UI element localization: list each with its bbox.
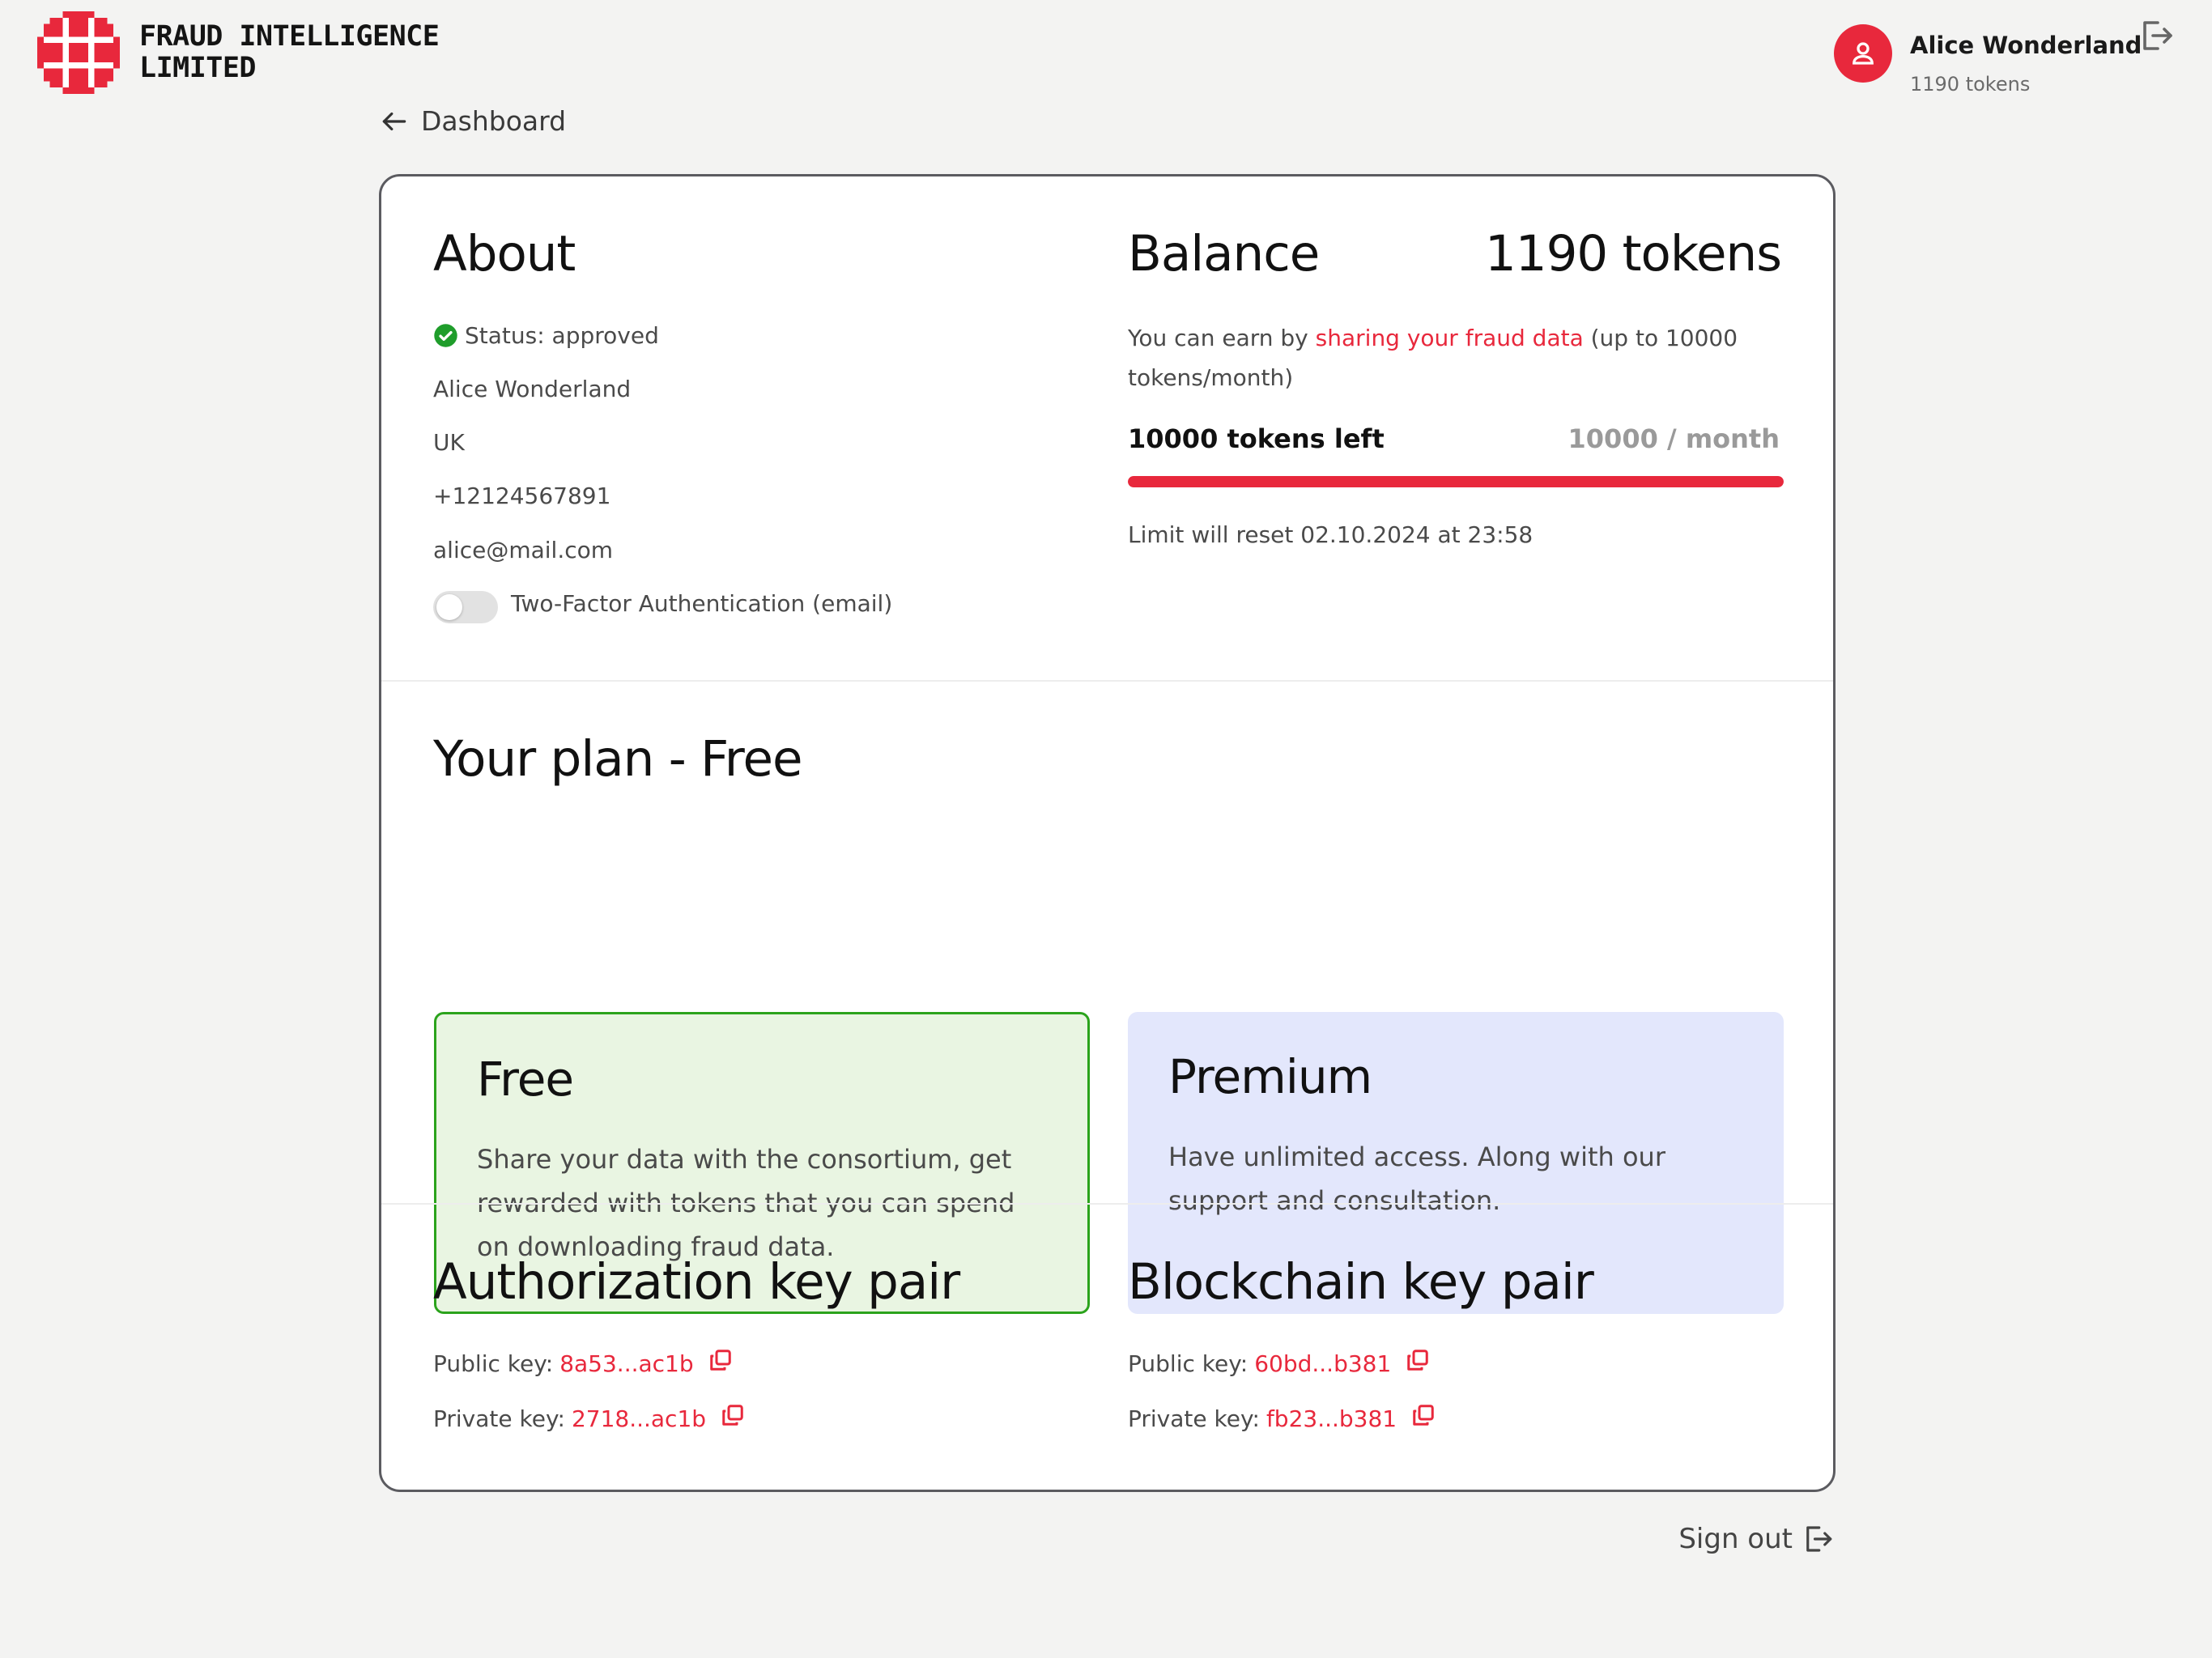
two-factor-toggle[interactable]	[433, 591, 498, 623]
plan-premium-title: Premium	[1168, 1049, 1372, 1104]
user-menu: Alice Wonderland 1190 tokens	[1834, 21, 2174, 96]
balance-title: Balance	[1128, 225, 1320, 283]
account-card: About Status: approved Alice Wonderland …	[379, 174, 1836, 1492]
company-name: FRAUD INTELLIGENCE LIMITED	[139, 20, 440, 84]
page: FRAUD INTELLIGENCE LIMITED Alice Wonderl…	[0, 0, 2212, 1658]
status-badge: Status: approved	[433, 322, 659, 349]
sign-out-label: Sign out	[1678, 1523, 1793, 1555]
chain-private-key-row: Private key: fb23...b381	[1128, 1403, 1436, 1432]
avatar[interactable]	[1834, 24, 1892, 83]
chain-public-key-value: 60bd...b381	[1254, 1350, 1392, 1377]
copy-icon[interactable]	[721, 1403, 745, 1427]
user-icon	[1853, 42, 1874, 65]
token-progress-bar	[1128, 476, 1784, 487]
check-circle-icon	[434, 324, 457, 347]
account-name: Alice Wonderland	[433, 376, 632, 402]
plan-free-title: Free	[477, 1052, 574, 1107]
auth-key-title: Authorization key pair	[433, 1253, 960, 1311]
auth-public-key-row: Public key: 8a53...ac1b	[433, 1348, 733, 1377]
copy-icon[interactable]	[1411, 1403, 1436, 1427]
sign-out-button[interactable]: Sign out	[1678, 1522, 1835, 1556]
keys-section: Authorization key pair Public key: 8a53.…	[381, 1203, 1833, 1490]
plan-title: Your plan - Free	[433, 730, 803, 788]
auth-public-key-label: Public key:	[433, 1350, 554, 1377]
earn-prefix: You can earn by	[1128, 325, 1316, 351]
plan-section: Your plan - Free Free Share your data wi…	[381, 680, 1833, 1314]
chain-private-key-value: fb23...b381	[1266, 1405, 1397, 1432]
back-label: Dashboard	[421, 105, 567, 137]
copy-icon[interactable]	[1406, 1348, 1430, 1372]
account-phone: +12124567891	[433, 483, 611, 509]
monthly-limit-label: 10000 / month	[1568, 423, 1780, 454]
company-name-line1: FRAUD INTELLIGENCE	[139, 20, 440, 53]
company-name-line2: LIMITED	[139, 52, 257, 84]
about-balance-section: About Status: approved Alice Wonderland …	[381, 176, 1833, 680]
toggle-knob	[436, 594, 462, 620]
auth-private-key-label: Private key:	[433, 1405, 565, 1432]
sign-out-icon[interactable]	[2137, 16, 2176, 55]
balance-tokens: 1190 tokens	[1485, 225, 1782, 283]
tokens-left-label: 10000 tokens left	[1128, 423, 1385, 454]
logo-mark-icon	[37, 11, 120, 94]
about-title: About	[433, 225, 576, 283]
back-to-dashboard-link[interactable]: Dashboard	[379, 105, 566, 137]
arrow-left-icon	[382, 112, 406, 130]
sign-out-icon	[1806, 1526, 1832, 1552]
copy-icon[interactable]	[708, 1348, 733, 1372]
chain-public-key-row: Public key: 60bd...b381	[1128, 1348, 1430, 1377]
status-text: Status: approved	[465, 322, 659, 349]
earn-text: You can earn by sharing your fraud data …	[1128, 318, 1792, 397]
blockchain-key-title: Blockchain key pair	[1128, 1253, 1594, 1311]
auth-private-key-value: 2718...ac1b	[571, 1405, 707, 1432]
user-name: Alice Wonderland	[1910, 32, 2142, 59]
user-token-count: 1190 tokens	[1910, 73, 2031, 96]
two-factor-label: Two-Factor Authentication (email)	[511, 590, 893, 617]
auth-private-key-row: Private key: 2718...ac1b	[433, 1403, 745, 1432]
account-email: alice@mail.com	[433, 537, 614, 563]
limit-reset-text: Limit will reset 02.10.2024 at 23:58	[1128, 521, 1534, 548]
token-progress-fill	[1128, 476, 1784, 487]
chain-private-key-label: Private key:	[1128, 1405, 1260, 1432]
auth-public-key-value: 8a53...ac1b	[559, 1350, 694, 1377]
account-country: UK	[433, 429, 465, 456]
chain-public-key-label: Public key:	[1128, 1350, 1249, 1377]
company-logo[interactable]: FRAUD INTELLIGENCE LIMITED	[37, 11, 440, 94]
share-fraud-data-link[interactable]: sharing your fraud data	[1316, 325, 1584, 351]
